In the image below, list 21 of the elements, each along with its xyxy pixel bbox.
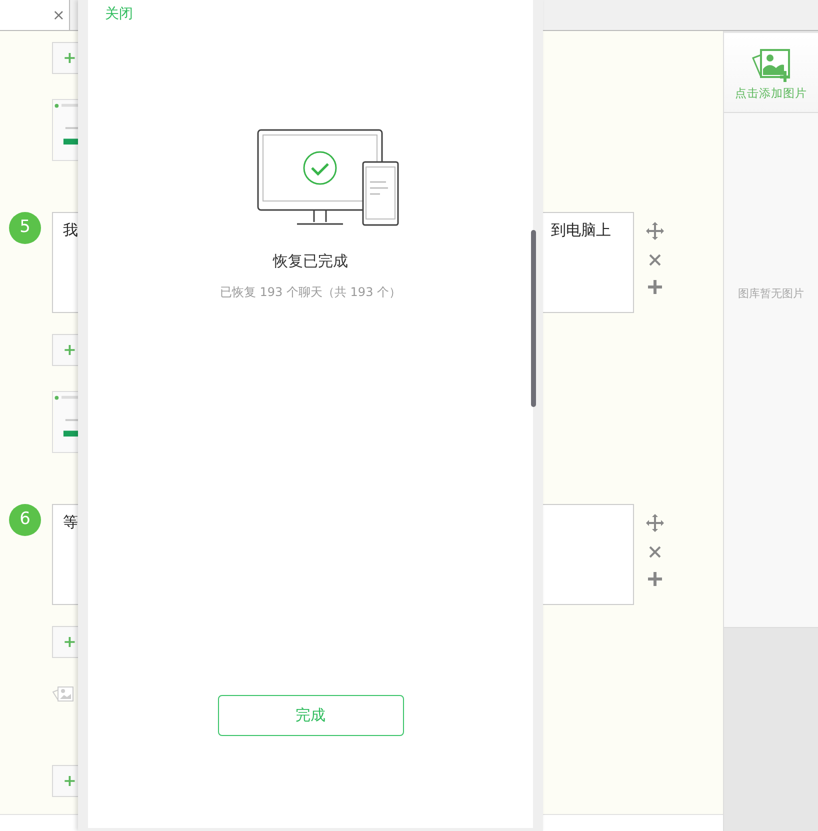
- step-number: 6: [9, 504, 41, 536]
- dialog-subtitle: 已恢复 193 个聊天（共 193 个）: [220, 284, 402, 300]
- empty-gallery-text: 图库暂无图片: [738, 286, 804, 302]
- step-text: 到电脑上: [551, 220, 611, 241]
- step-text: 我: [63, 220, 78, 241]
- add-image-icon: [750, 49, 792, 83]
- add-picture-label: 点击添加图片: [735, 85, 807, 102]
- step-text: 等: [63, 512, 78, 533]
- close-icon[interactable]: ×: [52, 8, 65, 22]
- close-link[interactable]: 关闭: [105, 4, 133, 25]
- move-icon[interactable]: [646, 514, 664, 532]
- plus-icon[interactable]: [648, 280, 662, 294]
- close-icon[interactable]: [649, 546, 661, 558]
- done-button[interactable]: 完成: [218, 694, 404, 736]
- scrollbar-thumb[interactable]: [531, 230, 536, 407]
- plus-icon[interactable]: [648, 572, 662, 586]
- move-icon[interactable]: [646, 222, 664, 240]
- close-icon[interactable]: [649, 254, 661, 266]
- step-number: 5: [9, 212, 41, 244]
- dialog-title: 恢复已完成: [273, 251, 348, 272]
- add-picture-button[interactable]: 点击添加图片: [724, 33, 818, 113]
